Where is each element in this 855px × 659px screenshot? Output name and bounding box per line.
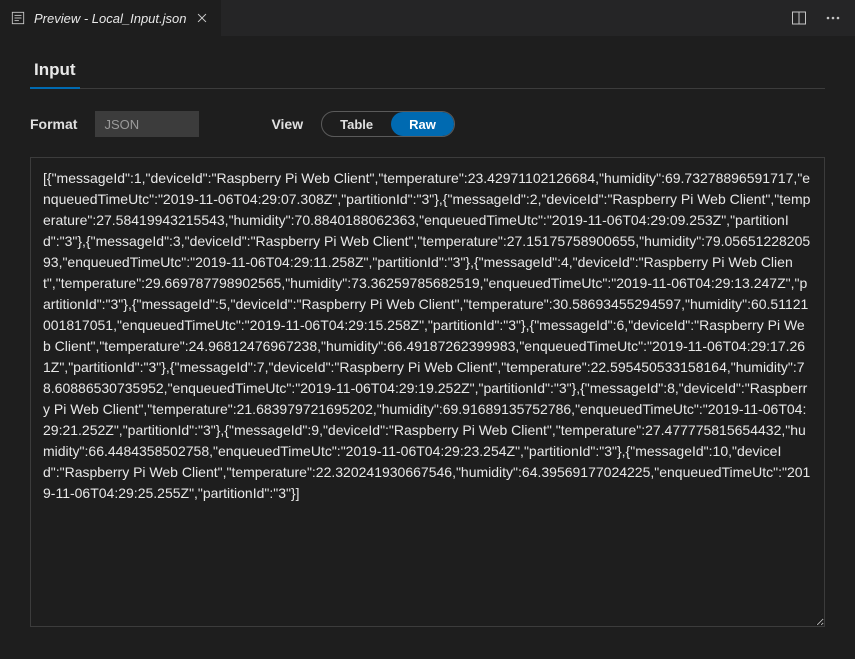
- tabbar-spacer: [221, 0, 777, 36]
- view-option-table[interactable]: Table: [322, 112, 391, 136]
- close-tab-button[interactable]: [194, 10, 210, 26]
- controls-row: Format JSON ▾ View Table Raw: [30, 111, 825, 137]
- title-actions: [777, 0, 855, 36]
- view-option-raw[interactable]: Raw: [391, 112, 454, 136]
- section-tabs: Input: [30, 54, 825, 89]
- view-label: View: [271, 116, 303, 132]
- split-editor-button[interactable]: [789, 8, 809, 28]
- format-label: Format: [30, 116, 77, 132]
- tab-input[interactable]: Input: [30, 54, 80, 88]
- preview-icon: [10, 10, 26, 26]
- format-value: JSON: [104, 117, 139, 132]
- content-area: Input Format JSON ▾ View Table Raw [{"me…: [0, 36, 855, 637]
- titlebar: Preview - Local_Input.json: [0, 0, 855, 36]
- view-toggle: Table Raw: [321, 111, 455, 137]
- format-select[interactable]: JSON ▾: [95, 111, 199, 137]
- editor-tab[interactable]: Preview - Local_Input.json: [0, 0, 221, 36]
- more-actions-button[interactable]: [823, 8, 843, 28]
- tab-title: Preview - Local_Input.json: [34, 11, 186, 26]
- raw-json-textarea[interactable]: [{"messageId":1,"deviceId":"Raspberry Pi…: [30, 157, 825, 627]
